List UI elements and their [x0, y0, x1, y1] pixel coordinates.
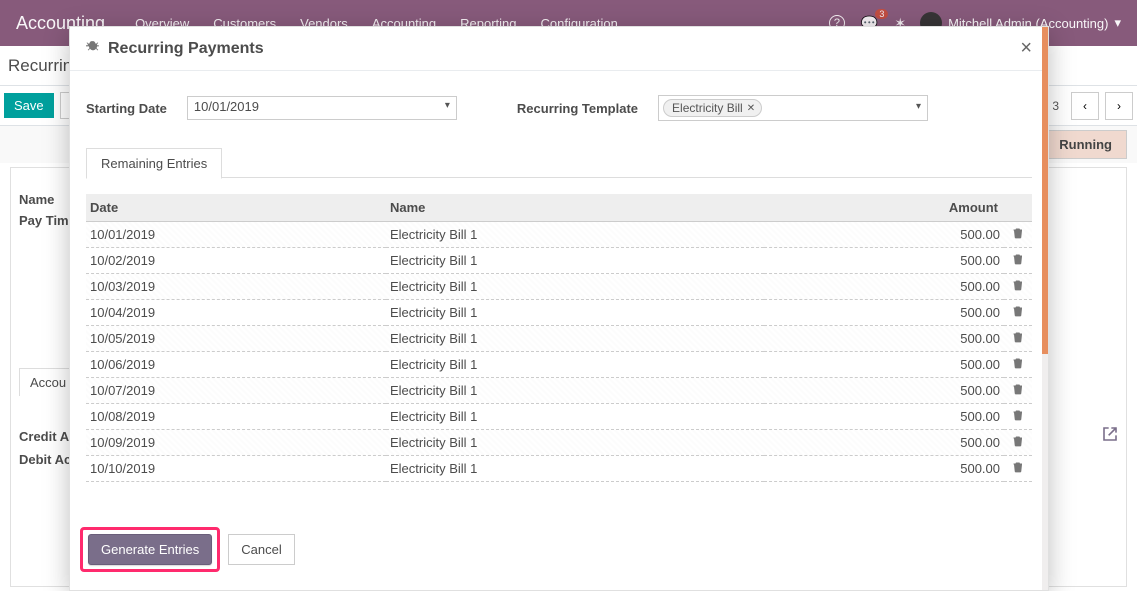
row-delete-icon[interactable] [1004, 352, 1032, 378]
table-row[interactable]: 10/09/2019Electricity Bill 1500.00 [86, 430, 1032, 456]
cell-name: Electricity Bill 1 [386, 222, 764, 248]
row-delete-icon[interactable] [1004, 248, 1032, 274]
cell-name: Electricity Bill 1 [386, 430, 764, 456]
row-delete-icon[interactable] [1004, 430, 1032, 456]
status-running[interactable]: Running [1042, 130, 1127, 159]
cell-date: 10/08/2019 [86, 404, 386, 430]
cell-name: Electricity Bill 1 [386, 404, 764, 430]
cell-date: 10/07/2019 [86, 378, 386, 404]
cell-date: 10/01/2019 [86, 222, 386, 248]
recurring-template-input[interactable]: Electricity Bill ✕ [658, 95, 928, 121]
cell-date: 10/10/2019 [86, 456, 386, 482]
table-row[interactable]: 10/08/2019Electricity Bill 1500.00 [86, 404, 1032, 430]
modal-header: Recurring Payments × [70, 27, 1048, 71]
row-delete-icon[interactable] [1004, 456, 1032, 482]
row-delete-icon[interactable] [1004, 326, 1032, 352]
table-row[interactable]: 10/03/2019Electricity Bill 1500.00 [86, 274, 1032, 300]
col-trash [1004, 194, 1032, 222]
cell-name: Electricity Bill 1 [386, 378, 764, 404]
cell-date: 10/09/2019 [86, 430, 386, 456]
table-row[interactable]: 10/05/2019Electricity Bill 1500.00 [86, 326, 1032, 352]
cell-date: 10/06/2019 [86, 352, 386, 378]
external-link-icon[interactable] [1102, 426, 1118, 446]
table-row[interactable]: 10/04/2019Electricity Bill 1500.00 [86, 300, 1032, 326]
cell-amount: 500.00 [764, 430, 1004, 456]
modal-title: Recurring Payments [108, 40, 1020, 58]
recurring-template-label: Recurring Template [517, 101, 638, 116]
highlight-box: Generate Entries [80, 527, 220, 572]
cell-name: Electricity Bill 1 [386, 274, 764, 300]
row-delete-icon[interactable] [1004, 274, 1032, 300]
cell-amount: 500.00 [764, 248, 1004, 274]
cell-amount: 500.00 [764, 222, 1004, 248]
col-name[interactable]: Name [386, 194, 764, 222]
entries-grid: Date Name Amount 10/01/2019Electricity B… [86, 194, 1032, 517]
table-row[interactable]: 10/01/2019Electricity Bill 1500.00 [86, 222, 1032, 248]
table-row[interactable]: 10/07/2019Electricity Bill 1500.00 [86, 378, 1032, 404]
caret-down-icon: ▾ [1114, 15, 1121, 31]
cell-amount: 500.00 [764, 326, 1004, 352]
cell-amount: 500.00 [764, 378, 1004, 404]
cell-date: 10/03/2019 [86, 274, 386, 300]
row-delete-icon[interactable] [1004, 378, 1032, 404]
modal-body: Starting Date 10/01/2019 Recurring Templ… [70, 71, 1048, 517]
modal-form-row: Starting Date 10/01/2019 Recurring Templ… [86, 95, 1032, 121]
generate-entries-button[interactable]: Generate Entries [88, 534, 212, 565]
col-date[interactable]: Date [86, 194, 386, 222]
tag-remove-icon[interactable]: ✕ [747, 103, 755, 114]
tab-remaining-entries[interactable]: Remaining Entries [86, 148, 222, 179]
table-header-row: Date Name Amount [86, 194, 1032, 222]
cell-amount: 500.00 [764, 274, 1004, 300]
starting-date-input[interactable]: 10/01/2019 [187, 96, 457, 120]
cell-amount: 500.00 [764, 300, 1004, 326]
cell-name: Electricity Bill 1 [386, 248, 764, 274]
template-tag-label: Electricity Bill [672, 101, 743, 115]
table-row[interactable]: 10/02/2019Electricity Bill 1500.00 [86, 248, 1032, 274]
cell-amount: 500.00 [764, 404, 1004, 430]
pager-prev-button[interactable]: ‹ [1071, 92, 1099, 120]
starting-date-value: 10/01/2019 [194, 99, 259, 114]
template-tag: Electricity Bill ✕ [663, 99, 762, 117]
cell-amount: 500.00 [764, 352, 1004, 378]
modal-footer: Generate Entries Cancel [70, 517, 1048, 590]
cell-date: 10/04/2019 [86, 300, 386, 326]
messages-badge: 3 [875, 9, 888, 19]
cell-date: 10/02/2019 [86, 248, 386, 274]
cell-name: Electricity Bill 1 [386, 352, 764, 378]
recurring-payments-modal: Recurring Payments × Starting Date 10/01… [69, 26, 1049, 591]
table-row[interactable]: 10/06/2019Electricity Bill 1500.00 [86, 352, 1032, 378]
starting-date-label: Starting Date [86, 101, 167, 116]
cancel-button[interactable]: Cancel [228, 534, 294, 565]
cell-date: 10/05/2019 [86, 326, 386, 352]
row-delete-icon[interactable] [1004, 222, 1032, 248]
pager-next-button[interactable]: › [1105, 92, 1133, 120]
cell-amount: 500.00 [764, 456, 1004, 482]
col-amount[interactable]: Amount [764, 194, 1004, 222]
cell-name: Electricity Bill 1 [386, 326, 764, 352]
cell-name: Electricity Bill 1 [386, 456, 764, 482]
cell-name: Electricity Bill 1 [386, 300, 764, 326]
modal-tabs: Remaining Entries [86, 147, 1032, 178]
save-button[interactable]: Save [4, 93, 54, 118]
bug-icon[interactable] [86, 40, 100, 57]
close-icon[interactable]: × [1020, 37, 1032, 60]
row-delete-icon[interactable] [1004, 300, 1032, 326]
table-row[interactable]: 10/10/2019Electricity Bill 1500.00 [86, 456, 1032, 482]
row-delete-icon[interactable] [1004, 404, 1032, 430]
